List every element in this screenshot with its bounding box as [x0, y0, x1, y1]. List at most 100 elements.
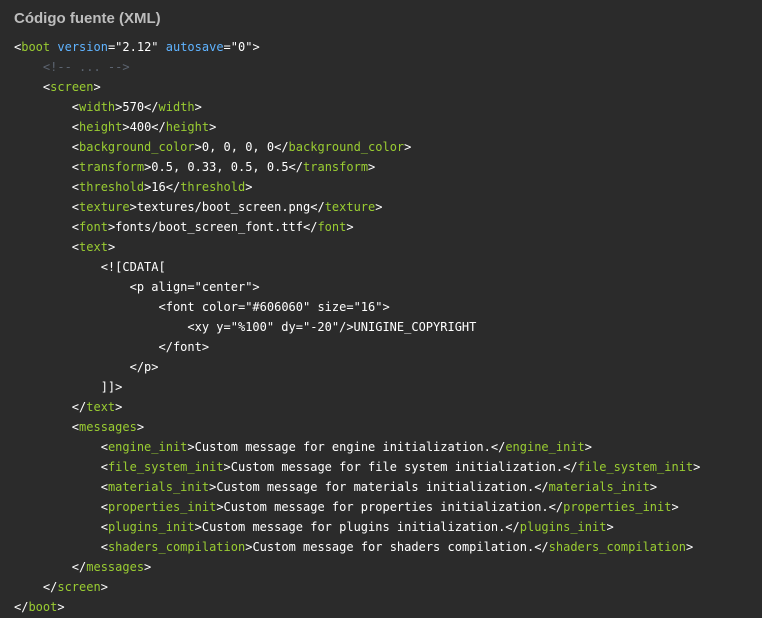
- xml-tag-name: font: [317, 220, 347, 234]
- code-line: </messages>: [14, 557, 762, 577]
- code-text: <xy y="%100" dy="-20"/>UNIGINE_COPYRIGHT: [187, 320, 477, 334]
- code-line: </text>: [14, 397, 762, 417]
- code-line: <![CDATA[: [14, 257, 762, 277]
- code-line: <threshold>16</threshold>: [14, 177, 762, 197]
- code-text: <: [71, 180, 80, 194]
- code-line: <height>400</height>: [14, 117, 762, 137]
- code-text: >: [368, 160, 376, 174]
- code-text: >570</: [115, 100, 159, 114]
- code-line: ]]>: [14, 377, 762, 397]
- code-text: <: [71, 420, 80, 434]
- code-line: <!-- ... -->: [14, 57, 762, 77]
- code-text: <![CDATA[: [100, 260, 166, 274]
- xml-tag-name: boot: [28, 600, 58, 614]
- xml-code-block[interactable]: <boot version="2.12" autosave="0"> <!-- …: [0, 36, 762, 617]
- code-text: >Custom message for shaders compilation.…: [245, 540, 549, 554]
- code-line: </boot>: [14, 597, 762, 617]
- xml-tag-name: height: [79, 120, 123, 134]
- code-text: <: [71, 100, 80, 114]
- code-text: >Custom message for materials initializa…: [209, 480, 549, 494]
- code-text: >textures/boot_screen.png</: [129, 200, 325, 214]
- xml-tag-name: texture: [79, 200, 130, 214]
- xml-tag-name: boot: [21, 40, 51, 54]
- code-line: <materials_init>Custom message for mater…: [14, 477, 762, 497]
- xml-tag-name: font: [79, 220, 108, 234]
- xml-tag-name: properties_init: [107, 500, 217, 514]
- xml-tag-name: width: [158, 100, 195, 114]
- code-text: >: [144, 560, 152, 574]
- code-line: <text>: [14, 237, 762, 257]
- xml-tag-name: text: [79, 240, 108, 254]
- xml-attribute-name: autosave: [165, 40, 224, 54]
- code-text: >: [685, 540, 694, 554]
- code-text: <: [100, 540, 108, 554]
- code-text: </: [71, 560, 87, 574]
- code-text: >: [93, 80, 101, 94]
- code-text: >: [194, 100, 202, 114]
- code-line: <properties_init>Custom message for prop…: [14, 497, 762, 517]
- code-text: >Custom message for properties initializ…: [216, 500, 564, 514]
- code-text: <: [71, 120, 80, 134]
- code-line: <background_color>0, 0, 0, 0</background…: [14, 137, 762, 157]
- xml-tag-name: materials_init: [548, 480, 650, 494]
- code-text: >Custom message for plugins initializati…: [194, 520, 520, 534]
- code-text: >400</: [122, 120, 166, 134]
- code-text: ="0">: [223, 40, 260, 54]
- code-text: <: [100, 520, 108, 534]
- code-text: <: [71, 220, 80, 234]
- code-text: >: [584, 440, 593, 454]
- code-text: <: [100, 440, 108, 454]
- code-line: <xy y="%100" dy="-20"/>UNIGINE_COPYRIGHT: [14, 317, 762, 337]
- xml-tag-name: engine_init: [505, 440, 585, 454]
- code-line: </font>: [14, 337, 762, 357]
- code-text: >: [245, 180, 253, 194]
- code-line: <screen>: [14, 77, 762, 97]
- code-line: <engine_init>Custom message for engine i…: [14, 437, 762, 457]
- code-text: </: [14, 600, 29, 614]
- code-block-title-text: Código fuente (XML): [14, 9, 161, 27]
- code-line: <texture>textures/boot_screen.png</textu…: [14, 197, 762, 217]
- code-text: <: [100, 500, 108, 514]
- xml-tag-name: width: [79, 100, 116, 114]
- code-text: >Custom message for file system initiali…: [223, 460, 578, 474]
- xml-tag-name: background_color: [79, 140, 195, 154]
- xml-tag-name: threshold: [79, 180, 145, 194]
- xml-tag-name: messages: [86, 560, 145, 574]
- code-text: </p>: [129, 360, 159, 374]
- code-line: < file_system_init>Custom message for fil…: [14, 457, 762, 477]
- xml-tag-name: engine_init: [107, 440, 188, 454]
- code-text: >: [671, 500, 679, 514]
- code-text: </: [42, 580, 58, 594]
- code-text: ="2.12": [107, 40, 166, 54]
- code-text: <: [71, 240, 80, 254]
- xml-tag-name: file_system_init: [577, 460, 694, 474]
- xml-tag-name: threshold: [180, 180, 246, 194]
- code-text: >Custom message for engine initializatio…: [187, 440, 506, 454]
- code-text: >: [346, 220, 354, 234]
- code-text: <: [100, 460, 108, 474]
- code-text: <p align="center">: [129, 280, 260, 294]
- xml-tag-name: texture: [324, 200, 376, 214]
- code-line: <font color="#606060" size="16">: [14, 297, 762, 317]
- code-text: ]]>: [100, 380, 123, 394]
- xml-tag-name: properties_init: [563, 500, 672, 514]
- code-line: </screen>: [14, 577, 762, 597]
- code-text: >0, 0, 0, 0</: [194, 140, 289, 154]
- xml-tag-name: transform: [79, 160, 145, 174]
- code-text: >0.5, 0.33, 0.5, 0.5</: [144, 160, 304, 174]
- xml-tag-name: messages: [79, 420, 137, 434]
- code-text: >: [693, 460, 701, 474]
- code-line: <boot version="2.12" autosave="0">: [14, 37, 762, 57]
- xml-tag-name: plugins_init: [107, 520, 195, 534]
- xml-tag-name: height: [165, 120, 210, 134]
- xml-tag-name: materials_init: [107, 480, 210, 494]
- xml-tag-name: screen: [50, 80, 94, 94]
- code-text: >: [606, 520, 614, 534]
- code-text: >16</: [144, 180, 181, 194]
- code-text: >: [209, 120, 217, 134]
- code-text: <font color="#606060" size="16">: [158, 300, 390, 314]
- code-line: <font>fonts/boot_screen_font.ttf</font>: [14, 217, 762, 237]
- code-text: >: [100, 580, 108, 594]
- code-line: </p>: [14, 357, 762, 377]
- code-line: <transform>0.5, 0.33, 0.5, 0.5</transfor…: [14, 157, 762, 177]
